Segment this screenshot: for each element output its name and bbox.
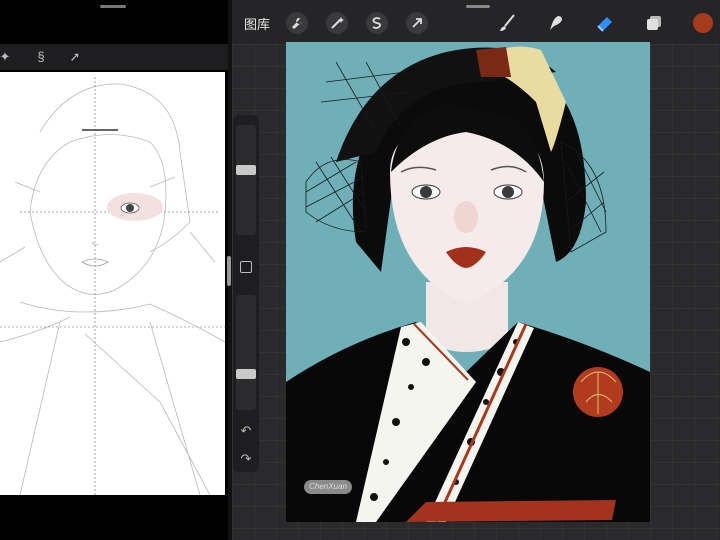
redo-icon[interactable]: ↷ xyxy=(233,451,259,467)
brush-size-thumb[interactable] xyxy=(236,165,256,175)
brush-size-slider[interactable] xyxy=(236,125,256,235)
reference-pane: ✦ § ➚ xyxy=(0,0,228,540)
right-pane-grabber[interactable] xyxy=(466,5,490,8)
selection-s-icon[interactable]: § xyxy=(32,48,50,66)
opacity-thumb[interactable] xyxy=(236,368,256,379)
selection-s-icon[interactable] xyxy=(366,12,388,34)
undo-icon[interactable]: ↶ xyxy=(233,423,259,439)
opacity-slider[interactable] xyxy=(236,295,256,410)
smudge-icon[interactable] xyxy=(544,12,566,34)
split-divider-handle[interactable] xyxy=(227,256,231,286)
sketch-canvas[interactable] xyxy=(0,72,225,495)
transform-arrow-icon[interactable] xyxy=(406,12,428,34)
left-toolbar: ✦ § ➚ xyxy=(0,44,228,70)
transform-arrow-icon[interactable]: ➚ xyxy=(66,48,84,66)
color-swatch[interactable] xyxy=(693,13,713,33)
artist-signature: ChenXuan xyxy=(304,480,352,494)
wrench-icon[interactable] xyxy=(286,12,308,34)
gallery-button[interactable]: 图库 xyxy=(244,14,270,33)
magic-wand-icon[interactable] xyxy=(326,12,348,34)
brush-icon[interactable] xyxy=(496,12,518,34)
sidebar: ↶ ↷ xyxy=(233,115,259,472)
modify-button[interactable] xyxy=(240,261,252,273)
left-pane-grabber[interactable] xyxy=(100,5,126,8)
artwork-canvas[interactable]: ChenXuan xyxy=(286,42,650,522)
layers-icon[interactable] xyxy=(643,12,665,34)
magic-wand-icon[interactable]: ✦ xyxy=(0,48,14,66)
eraser-icon[interactable] xyxy=(594,12,616,34)
